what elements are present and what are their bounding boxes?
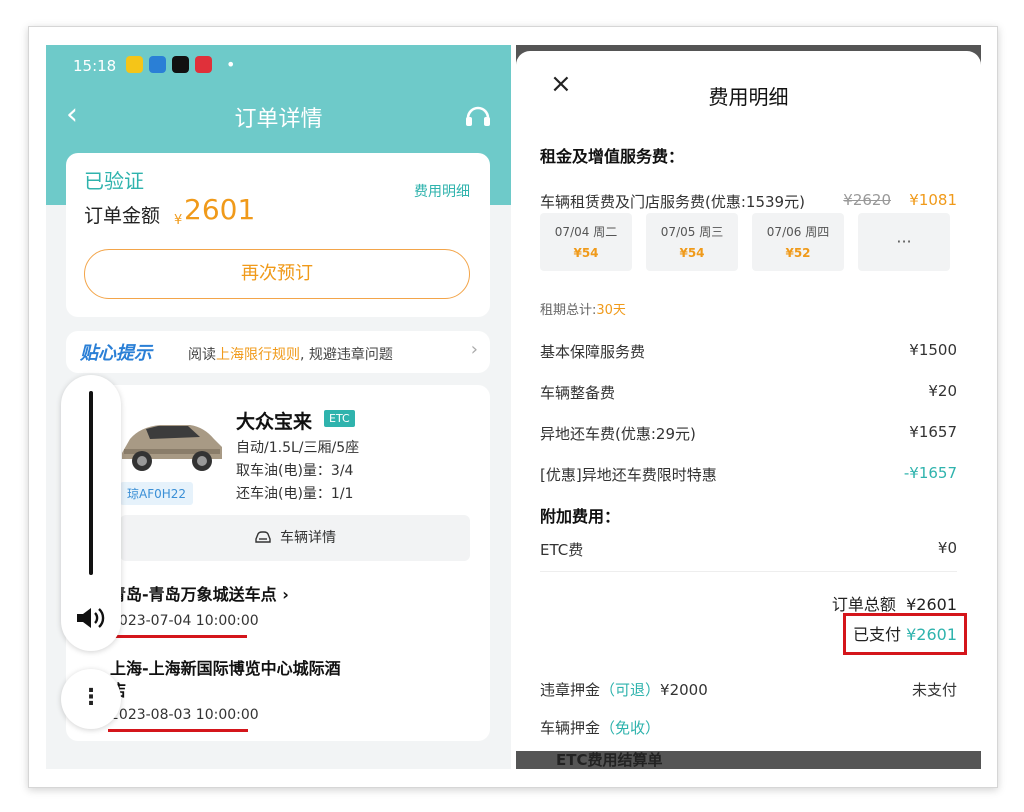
order-detail-screen: 15:18 • ‹ 订单详情 已验证 费用明细 订单金额 ¥ 2601 再次预订… xyxy=(46,45,511,769)
customer-service-icon[interactable] xyxy=(463,101,493,131)
return-fuel: 还车油(电)量：1/1 xyxy=(236,486,354,502)
divider xyxy=(540,571,957,572)
refundable-tag[interactable]: （可退） xyxy=(600,681,660,699)
extra-section-title: 附加费用： xyxy=(540,507,621,526)
rent-period: 租期总计:30天 xyxy=(540,303,626,318)
etc-badge: ETC xyxy=(324,410,355,427)
etc-settlement-bar[interactable]: ETC费用结算单 xyxy=(516,751,981,769)
browser-app-icon xyxy=(149,56,166,73)
meituan-app-icon xyxy=(126,56,143,73)
fee-row-label: 车辆整备费 xyxy=(540,384,616,402)
paid-amount: 已支付 ¥2601 xyxy=(852,625,957,644)
rebook-button[interactable]: 再次预订 xyxy=(84,249,470,299)
page-title: 订单详情 xyxy=(234,107,323,132)
rent-original-price: ¥2620 xyxy=(843,191,891,209)
fee-detail-sheet: × 费用明细 租金及增值服务费： 车辆租赁费及门店服务费(优惠:1539元) ¥… xyxy=(516,51,981,751)
fee-row-label: 异地还车费(优惠:29元) xyxy=(540,425,696,443)
fee-row-value: ¥1500 xyxy=(909,341,957,359)
order-total: 订单总额 ¥2601 xyxy=(831,595,957,614)
fee-detail-link[interactable]: 费用明细 xyxy=(414,181,470,201)
fee-row-label: 基本保障服务费 xyxy=(540,343,646,361)
order-status: 已验证 xyxy=(84,169,144,193)
speaker-icon[interactable] xyxy=(75,605,107,631)
car-image xyxy=(122,425,222,471)
screenshot-frame: 15:18 • ‹ 订单详情 已验证 费用明细 订单金额 ¥ 2601 再次预订… xyxy=(28,26,998,788)
chevron-right-icon: › xyxy=(282,585,289,604)
rent-price: ¥1081 xyxy=(909,191,957,209)
sheet-title: 费用明细 xyxy=(708,85,789,109)
status-time: 15:18 xyxy=(73,57,117,75)
car-name: 大众宝来 xyxy=(236,411,313,433)
tiktok-app-icon xyxy=(172,56,189,73)
tip-bar[interactable]: 贴心提示 阅读上海限行规则, 规避违章问题 › xyxy=(66,331,490,373)
netease-app-icon xyxy=(195,56,212,73)
order-amount: 2601 xyxy=(184,193,256,226)
pickup-time: 2023-07-04 10:00:00 xyxy=(110,613,259,629)
vehicle-deposit: 车辆押金（免收） xyxy=(540,719,661,737)
volume-slider[interactable] xyxy=(89,391,93,575)
status-bar: 15:18 • xyxy=(46,45,511,85)
status-app-icons xyxy=(126,56,212,73)
car-detail-label: 车辆详情 xyxy=(280,530,336,546)
fee-row-value: ¥1657 xyxy=(909,423,957,441)
car-detail-button[interactable]: 车辆详情 xyxy=(120,515,470,561)
return-location-line1: 上海-上海新国际博览中心城际酒 xyxy=(110,659,341,678)
violation-deposit: 违章押金（可退）¥2000 xyxy=(540,681,708,699)
tip-text: 阅读上海限行规则, 规避违章问题 xyxy=(188,347,393,363)
rent-section-title: 租金及增值服务费： xyxy=(540,147,685,166)
license-plate: 琼AF0H22 xyxy=(120,482,194,505)
car-info-card: 琼AF0H22 大众宝来 ETC 自动/1.5L/三厢/5座 取车油(电)量：3… xyxy=(66,385,490,741)
car-icon xyxy=(255,531,271,543)
return-time-highlight xyxy=(108,729,248,732)
notification-dot: • xyxy=(226,55,236,74)
pickup-time-highlight xyxy=(108,635,247,638)
car-spec: 自动/1.5L/三厢/5座 xyxy=(236,440,360,456)
tip-highlight: 上海限行规则 xyxy=(216,347,300,363)
chevron-right-icon: › xyxy=(470,339,478,360)
fee-row-value: ¥20 xyxy=(928,382,957,400)
day-price-box: 07/06 周四 ¥52 xyxy=(752,213,844,271)
deposit-status: 未支付 xyxy=(911,681,957,699)
etc-fee-value: ¥0 xyxy=(937,539,957,557)
order-amount-currency: ¥ xyxy=(174,213,183,228)
return-time: 2023-08-03 10:00:00 xyxy=(110,707,259,723)
fee-row-label: [优惠]异地还车费限时特惠 xyxy=(540,466,717,484)
fee-detail-screen: × 费用明细 租金及增值服务费： 车辆租赁费及门店服务费(优惠:1539元) ¥… xyxy=(516,45,981,769)
more-options-button[interactable]: ⋮ xyxy=(61,669,121,729)
volume-level xyxy=(89,391,93,575)
etc-fee-label: ETC费 xyxy=(540,541,584,559)
order-summary-card: 已验证 费用明细 订单金额 ¥ 2601 再次预订 xyxy=(66,153,490,317)
more-days-button[interactable]: ··· xyxy=(858,213,950,271)
day-price-box: 07/05 周三 ¥54 xyxy=(646,213,738,271)
order-amount-label: 订单金额 xyxy=(84,205,161,227)
nav-bar: ‹ 订单详情 xyxy=(46,97,511,137)
pickup-location[interactable]: 青岛-青岛万象城送车点 › xyxy=(110,581,289,605)
volume-panel[interactable] xyxy=(61,375,121,651)
day-price-box: 07/04 周二 ¥54 xyxy=(540,213,632,271)
fee-row-value: -¥1657 xyxy=(903,464,957,482)
pickup-fuel: 取车油(电)量：3/4 xyxy=(236,463,354,479)
tip-title: 贴心提示 xyxy=(80,343,152,364)
rent-row-label: 车辆租赁费及门店服务费(优惠:1539元) xyxy=(540,193,805,211)
